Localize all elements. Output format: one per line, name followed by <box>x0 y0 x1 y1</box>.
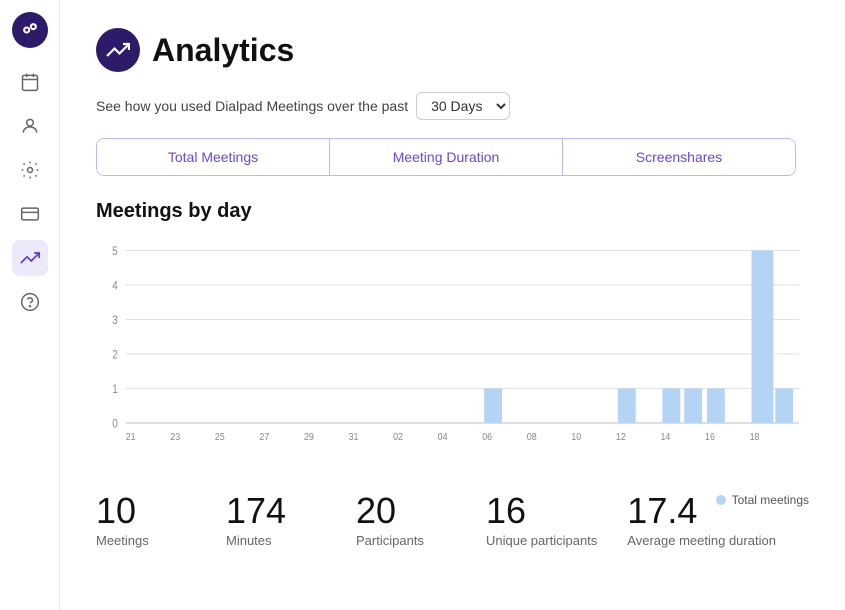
svg-text:06: 06 <box>482 432 492 444</box>
analytics-icon <box>96 28 140 72</box>
svg-text:21: 21 <box>126 432 136 444</box>
stat-participants-value: 20 <box>356 493 456 529</box>
bar-12 <box>618 389 636 424</box>
svg-text:18: 18 <box>750 432 760 444</box>
svg-text:0: 0 <box>112 418 118 431</box>
stat-minutes-label: Minutes <box>226 533 326 548</box>
svg-text:1: 1 <box>112 383 118 396</box>
svg-text:02: 02 <box>393 432 403 444</box>
subtitle-text: See how you used Dialpad Meetings over t… <box>96 98 408 114</box>
svg-text:08: 08 <box>527 432 537 444</box>
chart-section: Meetings by day 5 4 3 2 1 0 <box>96 200 809 469</box>
page-title: Analytics <box>152 32 294 69</box>
stat-avg-label: Average meeting duration <box>627 533 776 548</box>
bar-18b <box>775 389 793 424</box>
sidebar-item-settings[interactable] <box>12 152 48 188</box>
chart-section-title: Meetings by day <box>96 200 809 223</box>
sidebar-item-contacts[interactable] <box>12 108 48 144</box>
svg-text:12: 12 <box>616 432 626 444</box>
stat-minutes-value: 174 <box>226 493 326 529</box>
svg-text:2: 2 <box>112 349 118 362</box>
bar-16 <box>707 389 725 424</box>
bar-06 <box>484 389 502 424</box>
svg-text:4: 4 <box>112 280 118 293</box>
svg-text:31: 31 <box>349 432 359 444</box>
svg-text:25: 25 <box>215 432 225 444</box>
stat-meetings: 10 Meetings <box>96 493 196 548</box>
date-range-select[interactable]: 30 Days 7 Days 90 Days <box>416 92 510 120</box>
stat-meetings-value: 10 <box>96 493 196 529</box>
svg-text:27: 27 <box>259 432 269 444</box>
sidebar-item-help[interactable] <box>12 284 48 320</box>
app-logo <box>12 12 48 48</box>
tab-meeting-duration[interactable]: Meeting Duration <box>330 139 563 175</box>
subtitle-row: See how you used Dialpad Meetings over t… <box>96 92 809 120</box>
bar-18 <box>752 251 774 424</box>
svg-text:10: 10 <box>571 432 581 444</box>
bar-14a <box>662 389 680 424</box>
svg-text:23: 23 <box>170 432 180 444</box>
svg-text:5: 5 <box>112 245 118 258</box>
stat-unique-participants: 16 Unique participants <box>486 493 597 548</box>
bar-14b <box>684 389 702 424</box>
svg-text:16: 16 <box>705 432 715 444</box>
stat-unique-value: 16 <box>486 493 597 529</box>
sidebar-item-calendar[interactable] <box>12 64 48 100</box>
svg-text:04: 04 <box>438 432 448 444</box>
svg-text:29: 29 <box>304 432 314 444</box>
tab-total-meetings[interactable]: Total Meetings <box>97 139 330 175</box>
stat-meetings-label: Meetings <box>96 533 196 548</box>
sidebar <box>0 0 60 610</box>
tab-bar: Total Meetings Meeting Duration Screensh… <box>96 138 796 176</box>
legend-label: Total meetings <box>732 493 809 507</box>
svg-text:3: 3 <box>112 314 118 327</box>
page-header: Analytics <box>96 28 809 72</box>
main-content: Analytics See how you used Dialpad Meeti… <box>60 0 845 610</box>
stats-row: 10 Meetings 174 Minutes 20 Participants … <box>96 493 809 548</box>
chart-svg: 5 4 3 2 1 0 <box>96 239 809 469</box>
sidebar-item-billing[interactable] <box>12 196 48 232</box>
sidebar-item-analytics[interactable] <box>12 240 48 276</box>
legend-dot <box>716 495 726 505</box>
stat-minutes: 174 Minutes <box>226 493 326 548</box>
tab-screenshares[interactable]: Screenshares <box>563 139 795 175</box>
stat-unique-label: Unique participants <box>486 533 597 548</box>
chart-legend: Total meetings <box>716 493 809 507</box>
stat-participants-label: Participants <box>356 533 456 548</box>
stat-participants: 20 Participants <box>356 493 456 548</box>
chart-container: 5 4 3 2 1 0 <box>96 239 809 469</box>
svg-text:14: 14 <box>660 432 670 444</box>
